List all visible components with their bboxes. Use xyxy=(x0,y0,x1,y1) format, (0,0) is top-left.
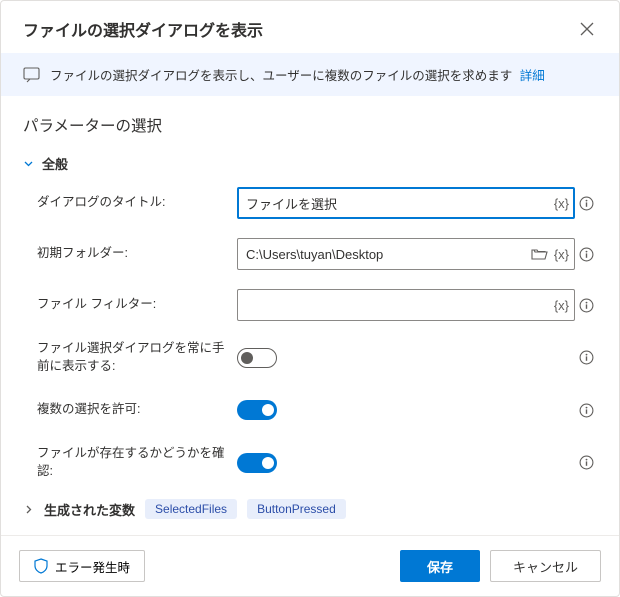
check-exists-toggle[interactable] xyxy=(237,453,277,473)
info-icon-allow-multiple[interactable] xyxy=(575,403,597,418)
row-allow-multiple: 複数の選択を許可: xyxy=(37,394,597,426)
allow-multiple-toggle[interactable] xyxy=(237,400,277,420)
shield-icon xyxy=(34,558,48,574)
label-dialog-title: ダイアログのタイトル: xyxy=(37,194,237,212)
always-on-top-toggle[interactable] xyxy=(237,348,277,368)
info-text-content: ファイルの選択ダイアログを表示し、ユーザーに複数のファイルの選択を求めます xyxy=(50,69,512,83)
dialog-title: ファイルの選択ダイアログを表示 xyxy=(23,17,263,41)
folder-browse-icon[interactable] xyxy=(531,247,548,262)
section-title: パラメーターの選択 xyxy=(23,114,597,136)
chip-button-pressed[interactable]: ButtonPressed xyxy=(247,499,346,519)
chevron-down-icon xyxy=(23,158,34,169)
chip-selected-files[interactable]: SelectedFiles xyxy=(145,499,237,519)
toggle-knob xyxy=(241,352,253,364)
chevron-right-icon xyxy=(23,504,34,515)
titlebar: ファイルの選択ダイアログを表示 xyxy=(1,1,619,53)
generated-variables-header[interactable]: 生成された変数 SelectedFiles ButtonPressed xyxy=(23,499,597,519)
variable-badge[interactable]: {x} xyxy=(554,247,569,262)
initial-folder-input[interactable] xyxy=(237,238,575,270)
group-general-label: 全般 xyxy=(42,154,68,173)
info-details-link[interactable]: 詳細 xyxy=(520,69,545,83)
file-filter-input[interactable] xyxy=(237,289,575,321)
group-general-header[interactable]: 全般 xyxy=(23,154,597,173)
label-file-filter: ファイル フィルター: xyxy=(37,296,237,314)
dialog-footer: エラー発生時 保存 キャンセル xyxy=(1,535,619,596)
save-button[interactable]: 保存 xyxy=(400,550,480,582)
info-icon-always-on-top[interactable] xyxy=(575,350,597,365)
info-text: ファイルの選択ダイアログを表示し、ユーザーに複数のファイルの選択を求めます 詳細 xyxy=(50,65,545,84)
label-allow-multiple: 複数の選択を許可: xyxy=(37,401,237,419)
generated-variables-label: 生成された変数 xyxy=(44,500,135,519)
on-error-button[interactable]: エラー発生時 xyxy=(19,550,145,582)
row-always-on-top: ファイル選択ダイアログを常に手前に表示する: xyxy=(37,340,597,375)
info-icon-dialog-title[interactable] xyxy=(575,196,597,211)
label-always-on-top: ファイル選択ダイアログを常に手前に表示する: xyxy=(37,340,237,375)
cancel-button[interactable]: キャンセル xyxy=(490,550,601,582)
variable-badge[interactable]: {x} xyxy=(554,298,569,313)
close-button[interactable] xyxy=(573,15,601,43)
toggle-knob xyxy=(262,457,274,469)
info-bar: ファイルの選択ダイアログを表示し、ユーザーに複数のファイルの選択を求めます 詳細 xyxy=(1,53,619,96)
group-general-rows: ダイアログのタイトル: {x} 初期フォルダー: xyxy=(23,187,597,480)
info-icon-initial-folder[interactable] xyxy=(575,247,597,262)
dialog-body: パラメーターの選択 全般 ダイアログのタイトル: {x} xyxy=(1,96,619,535)
dialog-root: ファイルの選択ダイアログを表示 ファイルの選択ダイアログを表示し、ユーザーに複数… xyxy=(0,0,620,597)
row-dialog-title: ダイアログのタイトル: {x} xyxy=(37,187,597,219)
info-icon-file-filter[interactable] xyxy=(575,298,597,313)
dialog-title-input[interactable] xyxy=(237,187,575,219)
row-initial-folder: 初期フォルダー: {x} xyxy=(37,238,597,270)
on-error-label: エラー発生時 xyxy=(55,557,130,576)
label-check-exists: ファイルが存在するかどうかを確認: xyxy=(37,445,237,480)
row-check-exists: ファイルが存在するかどうかを確認: xyxy=(37,445,597,480)
row-file-filter: ファイル フィルター: {x} xyxy=(37,289,597,321)
toggle-knob xyxy=(262,404,274,416)
close-icon xyxy=(580,22,594,36)
variable-badge[interactable]: {x} xyxy=(554,196,569,211)
message-icon xyxy=(23,66,40,83)
label-initial-folder: 初期フォルダー: xyxy=(37,245,237,263)
info-icon-check-exists[interactable] xyxy=(575,455,597,470)
